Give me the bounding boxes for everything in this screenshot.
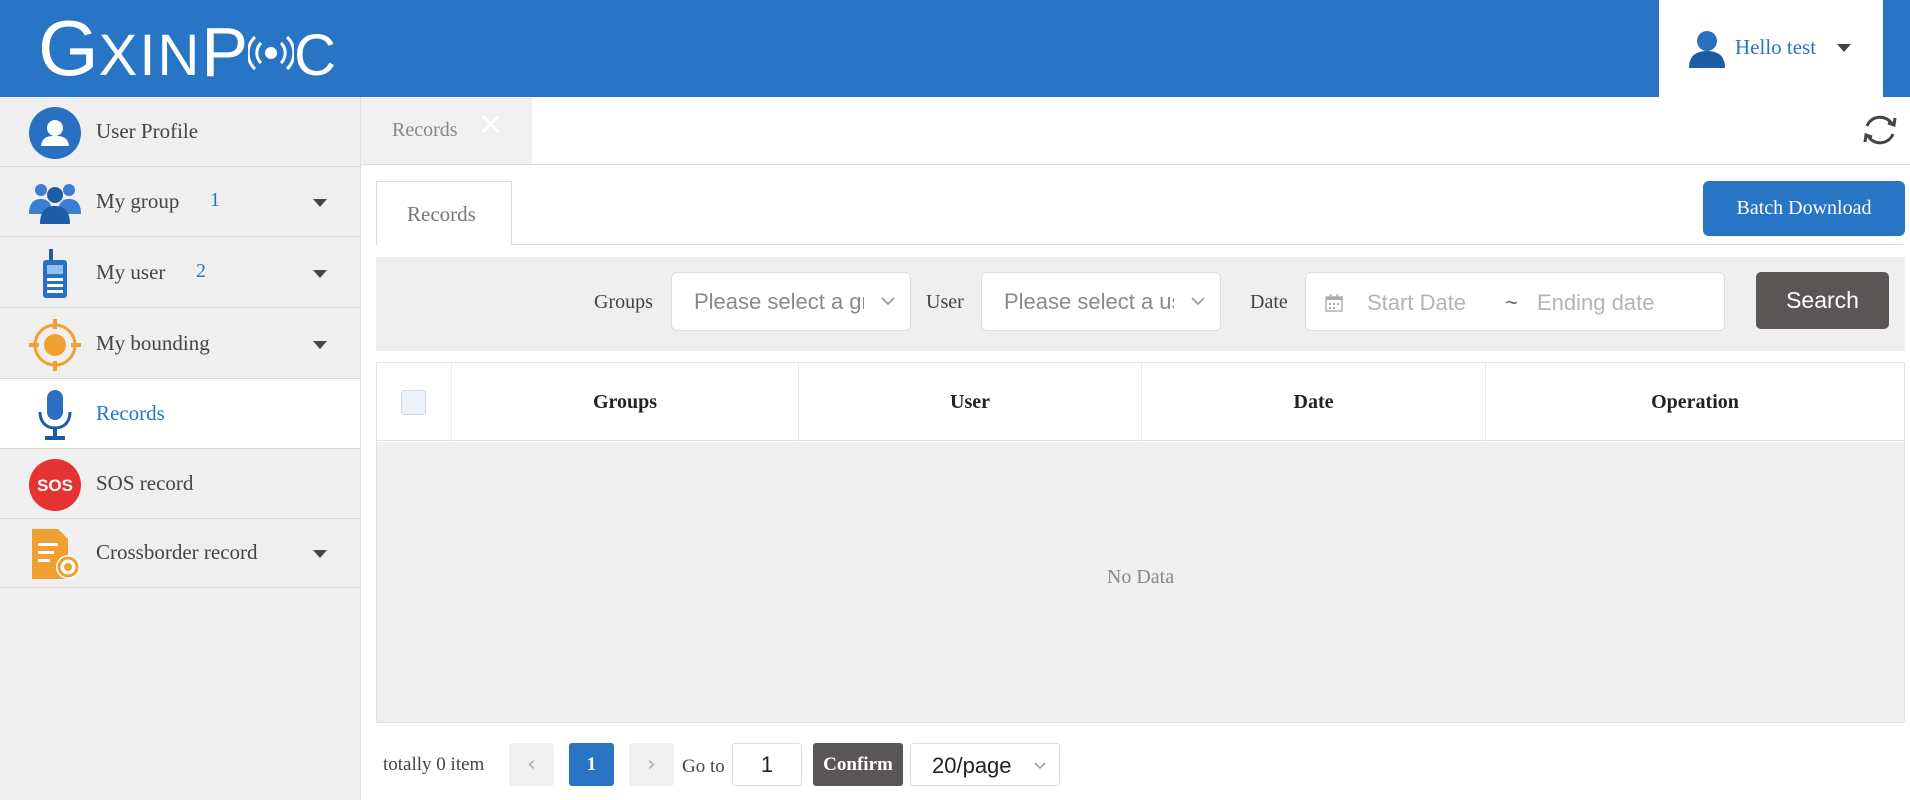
tab-strip: Records ✕	[361, 97, 1910, 165]
search-button[interactable]: Search	[1756, 272, 1889, 329]
chevron-down-icon[interactable]	[313, 270, 327, 278]
batch-download-button[interactable]: Batch Download	[1703, 181, 1905, 236]
empty-state-text: No Data	[1106, 566, 1175, 588]
tab-divider	[512, 244, 1903, 245]
filter-bar: Groups Please select a group User Please…	[376, 257, 1905, 351]
sidebar-item-label: SOS record	[96, 471, 194, 495]
groups-filter-label: Groups	[594, 291, 653, 313]
sidebar-item-label: My user	[96, 260, 166, 284]
next-page-button[interactable]: ›	[629, 743, 674, 786]
user-count-badge: 2	[196, 260, 206, 282]
groups-select-placeholder: Please select a group	[694, 289, 864, 314]
date-range-separator: ~	[1505, 290, 1518, 315]
top-header: GXINP C Hello test	[0, 0, 1910, 97]
calendar-icon	[1325, 294, 1343, 312]
microphone-icon	[38, 390, 72, 440]
document-icon	[32, 529, 80, 579]
sidebar-item-crossborder-record[interactable]: Crossborder record	[0, 518, 360, 588]
sidebar-item-user-profile[interactable]: User Profile	[0, 97, 360, 167]
sidebar-item-label: My bounding	[96, 331, 210, 355]
svg-text:SOS: SOS	[37, 476, 73, 495]
page-button-current[interactable]: 1	[569, 743, 614, 786]
sidebar-item-label: Crossborder record	[96, 540, 258, 564]
total-items-text: totally 0 item	[383, 754, 485, 775]
column-header-operation[interactable]: Operation	[1485, 363, 1904, 441]
walkie-talkie-icon	[43, 249, 67, 298]
table-header: Groups User Date Operation	[377, 363, 1904, 441]
chevron-down-icon	[1034, 762, 1046, 770]
sidebar-item-records[interactable]: Records	[0, 379, 360, 449]
sidebar-item-my-group[interactable]: My group 1	[0, 167, 360, 237]
start-date-input[interactable]: Start Date	[1367, 290, 1466, 316]
end-date-input[interactable]: Ending date	[1537, 290, 1654, 316]
table-body: No Data	[377, 442, 1904, 722]
column-header-date[interactable]: Date	[1141, 363, 1485, 441]
page-size-select[interactable]: 20/page	[910, 743, 1060, 786]
chevron-down-icon	[1191, 297, 1205, 306]
content-tab-records[interactable]: Records	[376, 181, 512, 245]
records-table: Groups User Date Operation No Data	[376, 362, 1905, 723]
sidebar-item-sos-record[interactable]: SOS SOS record	[0, 449, 360, 519]
sos-icon: SOS	[29, 459, 81, 511]
chevron-down-icon[interactable]	[1837, 44, 1851, 52]
sidebar-item-label: My group	[96, 189, 180, 213]
chevron-down-icon	[881, 297, 895, 306]
group-count-badge: 1	[210, 189, 220, 211]
chevron-down-icon[interactable]	[313, 550, 327, 558]
user-select-placeholder: Please select a user	[1004, 289, 1174, 314]
prev-page-button[interactable]: ‹	[509, 743, 554, 786]
sidebar-item-my-user[interactable]: My user 2	[0, 238, 360, 308]
tab-label: Records	[392, 119, 458, 141]
user-greeting[interactable]: Hello test	[1735, 35, 1816, 60]
select-all-checkbox[interactable]	[401, 390, 426, 415]
sidebar-item-label: User Profile	[96, 119, 199, 143]
user-select[interactable]: Please select a user	[981, 272, 1221, 331]
groups-select[interactable]: Please select a group	[671, 272, 911, 331]
confirm-button[interactable]: Confirm	[813, 743, 903, 786]
chevron-down-icon[interactable]	[313, 199, 327, 207]
sidebar-item-label: Records	[96, 401, 165, 425]
tab-records[interactable]: Records ✕	[361, 97, 532, 164]
date-range-picker[interactable]: Start Date ~ Ending date	[1305, 272, 1725, 331]
column-header-groups[interactable]: Groups	[451, 363, 798, 441]
group-icon	[29, 184, 81, 224]
goto-label: Go to	[682, 756, 725, 777]
user-menu[interactable]: Hello test	[1659, 0, 1883, 97]
goto-page-input[interactable]: 1	[732, 743, 802, 786]
close-icon[interactable]: ✕	[478, 111, 503, 141]
column-header-user[interactable]: User	[798, 363, 1141, 441]
user-profile-icon	[29, 107, 81, 159]
gxinpoc-logo: GXINP C	[38, 4, 338, 92]
refresh-icon[interactable]	[1861, 111, 1899, 149]
sidebar: User Profile My group 1 My user 2 My bou…	[0, 97, 361, 800]
content-tab-label: Records	[407, 202, 476, 226]
page-size-value: 20/page	[932, 753, 1012, 778]
user-filter-label: User	[926, 291, 964, 313]
signal-o-icon	[246, 35, 296, 71]
chevron-down-icon[interactable]	[313, 341, 327, 349]
sidebar-item-my-bounding[interactable]: My bounding	[0, 309, 360, 379]
target-icon	[29, 319, 81, 371]
user-avatar-icon	[1689, 31, 1725, 68]
date-filter-label: Date	[1250, 291, 1288, 313]
